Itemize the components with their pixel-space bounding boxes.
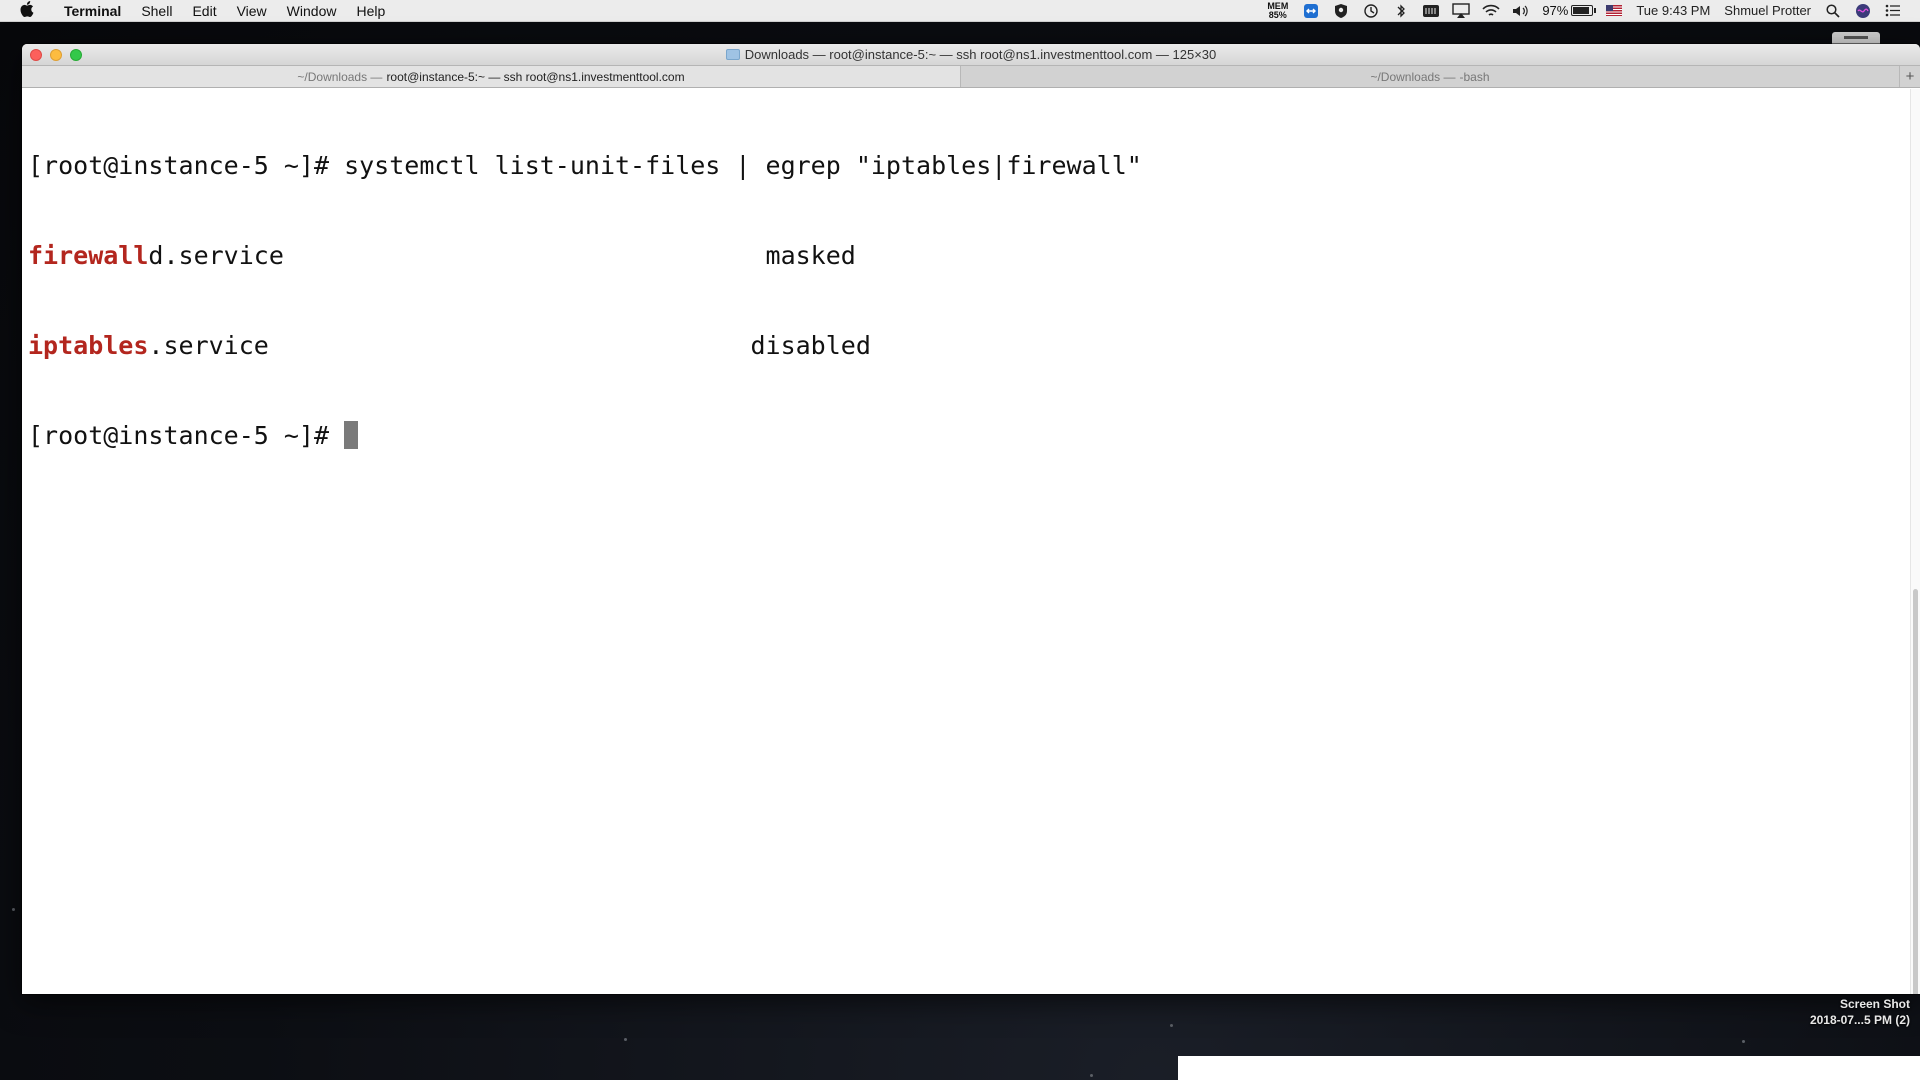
- terminal-content[interactable]: [root@instance-5 ~]# systemctl list-unit…: [22, 89, 1910, 994]
- desktop-file-label[interactable]: Screen Shot 2018-07...5 PM (2): [1810, 996, 1910, 1028]
- window-titlebar[interactable]: Downloads — root@instance-5:~ — ssh root…: [22, 44, 1920, 66]
- tab-bash-path: ~/Downloads —: [1370, 69, 1456, 84]
- battery-percent: 97%: [1542, 3, 1569, 18]
- shield-icon[interactable]: [1330, 0, 1352, 22]
- tab-ssh-label: root@instance-5:~ — ssh root@ns1.investm…: [386, 69, 685, 84]
- teamviewer-icon[interactable]: [1300, 0, 1322, 22]
- user-name[interactable]: Shmuel Protter: [1717, 0, 1818, 22]
- window-title: Downloads — root@instance-5:~ — ssh root…: [744, 47, 1217, 62]
- bluetooth-icon[interactable]: [1390, 0, 1412, 22]
- folder-icon: [725, 49, 740, 60]
- memory-status[interactable]: MEM 85%: [1259, 1, 1296, 20]
- tab-bar: ~/Downloads — root@instance-5:~ — ssh ro…: [22, 66, 1920, 88]
- menu-bar: Terminal Shell Edit View Window Help MEM…: [0, 0, 1920, 22]
- us-flag-icon[interactable]: [1603, 0, 1625, 22]
- apple-icon[interactable]: [0, 0, 54, 21]
- keyboard-icon[interactable]: [1420, 0, 1442, 22]
- battery-status[interactable]: 97%: [1536, 3, 1599, 18]
- memory-value: 85%: [1268, 9, 1287, 20]
- tab-ssh-path: ~/Downloads —: [297, 69, 383, 84]
- tab-bash-label: -bash: [1459, 69, 1490, 84]
- star: [1170, 1024, 1173, 1027]
- desktop-widget: [1832, 32, 1880, 44]
- minimize-button[interactable]: [50, 49, 62, 61]
- scrollbar[interactable]: [1910, 89, 1920, 994]
- tab-bash[interactable]: ~/Downloads — -bash: [961, 66, 1900, 87]
- battery-icon: [1571, 5, 1597, 16]
- star: [624, 1038, 627, 1041]
- siri-icon[interactable]: [1852, 0, 1874, 22]
- airplay-icon[interactable]: [1450, 0, 1472, 22]
- output-text: .service disabled: [148, 331, 871, 360]
- wifi-icon[interactable]: [1480, 0, 1502, 22]
- terminal-line: firewalld.service masked: [28, 241, 1904, 271]
- star: [1090, 1074, 1093, 1077]
- command-line: [root@instance-5 ~]# systemctl list-unit…: [28, 151, 1142, 180]
- menu-view[interactable]: View: [227, 0, 277, 22]
- star: [1742, 1040, 1745, 1043]
- time-machine-icon[interactable]: [1360, 0, 1382, 22]
- menu-help[interactable]: Help: [346, 0, 395, 22]
- terminal-line: [root@instance-5 ~]# systemctl list-unit…: [28, 151, 1904, 181]
- terminal-line: [root@instance-5 ~]#: [28, 421, 1904, 451]
- terminal-window: Downloads — root@instance-5:~ — ssh root…: [22, 44, 1920, 994]
- menu-shell[interactable]: Shell: [131, 0, 182, 22]
- notification-list-icon[interactable]: [1882, 0, 1904, 22]
- match-highlight: iptables: [28, 331, 149, 360]
- menu-edit[interactable]: Edit: [182, 0, 226, 22]
- tab-ssh[interactable]: ~/Downloads — root@instance-5:~ — ssh ro…: [22, 66, 961, 87]
- volume-icon[interactable]: [1510, 0, 1532, 22]
- terminal-line: iptables.service disabled: [28, 331, 1904, 361]
- zoom-button[interactable]: [70, 49, 82, 61]
- text-cursor: [344, 421, 359, 449]
- prompt: [root@instance-5 ~]#: [28, 421, 345, 450]
- file-name-line2: 2018-07...5 PM (2): [1809, 1013, 1910, 1027]
- match-highlight: firewall: [28, 241, 149, 270]
- clock[interactable]: Tue 9:43 PM: [1629, 0, 1717, 22]
- menu-window[interactable]: Window: [277, 0, 347, 22]
- scroll-thumb[interactable]: [1913, 589, 1918, 994]
- output-text: d.service masked: [148, 241, 856, 270]
- search-icon[interactable]: [1822, 0, 1844, 22]
- file-name-line1: Screen Shot: [1839, 997, 1910, 1011]
- close-button[interactable]: [30, 49, 42, 61]
- star: [12, 908, 15, 911]
- screenshot-thumbnail[interactable]: [1178, 1056, 1920, 1080]
- window-controls: [30, 49, 82, 61]
- menu-app-terminal[interactable]: Terminal: [54, 0, 131, 22]
- new-tab-button[interactable]: +: [1900, 66, 1920, 87]
